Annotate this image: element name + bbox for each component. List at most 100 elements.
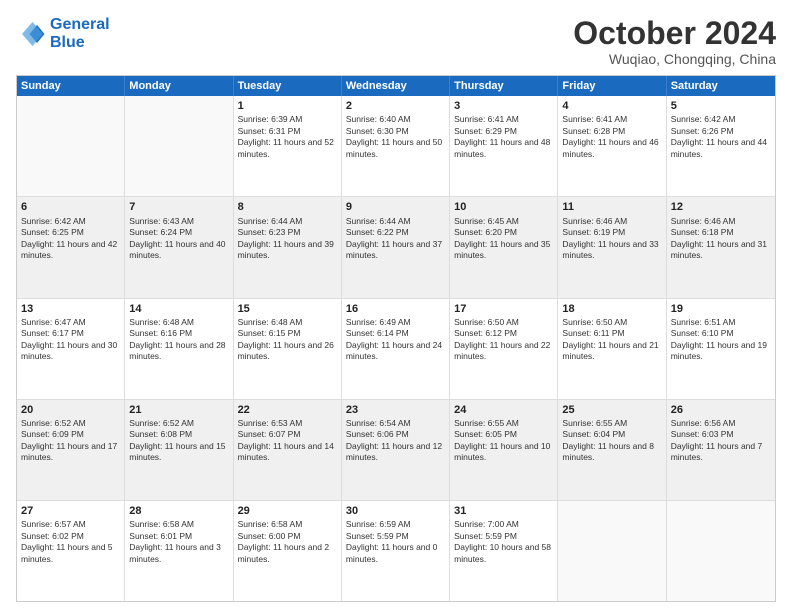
cell-info: Sunrise: 6:45 AMSunset: 6:20 PMDaylight:… [454,216,553,262]
cell-info: Sunrise: 6:53 AMSunset: 6:07 PMDaylight:… [238,418,337,464]
day-of-week-saturday: Saturday [667,76,775,96]
calendar-cell: 22Sunrise: 6:53 AMSunset: 6:07 PMDayligh… [234,400,342,500]
calendar-cell: 3Sunrise: 6:41 AMSunset: 6:29 PMDaylight… [450,96,558,196]
month-title: October 2024 [573,16,776,51]
day-number: 6 [21,200,120,214]
calendar-cell: 14Sunrise: 6:48 AMSunset: 6:16 PMDayligh… [125,299,233,399]
logo: General Blue [16,16,110,51]
location-subtitle: Wuqiao, Chongqing, China [573,51,776,67]
calendar-cell: 21Sunrise: 6:52 AMSunset: 6:08 PMDayligh… [125,400,233,500]
day-number: 16 [346,302,445,316]
cell-info: Sunrise: 6:40 AMSunset: 6:30 PMDaylight:… [346,114,445,160]
day-of-week-tuesday: Tuesday [234,76,342,96]
cell-info: Sunrise: 6:46 AMSunset: 6:19 PMDaylight:… [562,216,661,262]
day-number: 1 [238,99,337,113]
day-number: 25 [562,403,661,417]
calendar-cell: 28Sunrise: 6:58 AMSunset: 6:01 PMDayligh… [125,501,233,601]
calendar-cell: 29Sunrise: 6:58 AMSunset: 6:00 PMDayligh… [234,501,342,601]
calendar-cell: 24Sunrise: 6:55 AMSunset: 6:05 PMDayligh… [450,400,558,500]
day-number: 17 [454,302,553,316]
calendar-cell: 2Sunrise: 6:40 AMSunset: 6:30 PMDaylight… [342,96,450,196]
calendar-cell: 16Sunrise: 6:49 AMSunset: 6:14 PMDayligh… [342,299,450,399]
day-number: 3 [454,99,553,113]
calendar-cell: 25Sunrise: 6:55 AMSunset: 6:04 PMDayligh… [558,400,666,500]
calendar-cell: 4Sunrise: 6:41 AMSunset: 6:28 PMDaylight… [558,96,666,196]
calendar-cell [558,501,666,601]
calendar-cell: 1Sunrise: 6:39 AMSunset: 6:31 PMDaylight… [234,96,342,196]
calendar-cell: 19Sunrise: 6:51 AMSunset: 6:10 PMDayligh… [667,299,775,399]
cell-info: Sunrise: 6:58 AMSunset: 6:00 PMDaylight:… [238,519,337,565]
title-area: October 2024 Wuqiao, Chongqing, China [573,16,776,67]
cell-info: Sunrise: 6:54 AMSunset: 6:06 PMDaylight:… [346,418,445,464]
cell-info: Sunrise: 6:59 AMSunset: 5:59 PMDaylight:… [346,519,445,565]
calendar-page: General Blue October 2024 Wuqiao, Chongq… [0,0,792,612]
calendar-row-2: 6 Sunrise: 6:42 AMSunset: 6:25 PMDaylight… [17,197,775,298]
calendar-cell: 5Sunrise: 6:42 AMSunset: 6:26 PMDaylight… [667,96,775,196]
calendar-cell: 18Sunrise: 6:50 AMSunset: 6:11 PMDayligh… [558,299,666,399]
day-number: 28 [129,504,228,518]
calendar-cell [125,96,233,196]
cell-info: Sunrise: 7:00 AMSunset: 5:59 PMDaylight:… [454,519,553,565]
logo-text: General Blue [50,16,110,51]
day-number: 26 [671,403,771,417]
day-number: 9 [346,200,445,214]
day-of-week-thursday: Thursday [450,76,558,96]
logo-icon [16,19,46,49]
calendar-cell: 20Sunrise: 6:52 AMSunset: 6:09 PMDayligh… [17,400,125,500]
day-number: 15 [238,302,337,316]
calendar-row-1: 1Sunrise: 6:39 AMSunset: 6:31 PMDaylight… [17,96,775,197]
calendar-cell: 23Sunrise: 6:54 AMSunset: 6:06 PMDayligh… [342,400,450,500]
calendar-cell [17,96,125,196]
day-number: 11 [562,200,661,214]
day-number: 5 [671,99,771,113]
calendar-cell: 30Sunrise: 6:59 AMSunset: 5:59 PMDayligh… [342,501,450,601]
cell-info: Sunrise: 6:58 AMSunset: 6:01 PMDaylight:… [129,519,228,565]
calendar-cell: 7Sunrise: 6:43 AMSunset: 6:24 PMDaylight… [125,197,233,297]
cell-info: Sunrise: 6:41 AMSunset: 6:29 PMDaylight:… [454,114,553,160]
cell-info: Sunrise: 6:41 AMSunset: 6:28 PMDaylight:… [562,114,661,160]
calendar-cell: 12Sunrise: 6:46 AMSunset: 6:18 PMDayligh… [667,197,775,297]
day-number: 31 [454,504,553,518]
cell-info: Sunrise: 6:43 AMSunset: 6:24 PMDaylight:… [129,216,228,262]
header: General Blue October 2024 Wuqiao, Chongq… [16,16,776,67]
cell-info: Sunrise: 6:42 AMSunset: 6:26 PMDaylight:… [671,114,771,160]
cell-info: Sunrise: 6:44 AMSunset: 6:23 PMDaylight:… [238,216,337,262]
calendar: SundayMondayTuesdayWednesdayThursdayFrid… [16,75,776,602]
day-number: 13 [21,302,120,316]
day-number: 18 [562,302,661,316]
cell-info: Sunrise: 6:52 AMSunset: 6:08 PMDaylight:… [129,418,228,464]
day-of-week-sunday: Sunday [17,76,125,96]
calendar-row-4: 20Sunrise: 6:52 AMSunset: 6:09 PMDayligh… [17,400,775,501]
day-number: 29 [238,504,337,518]
day-number: 22 [238,403,337,417]
day-number: 27 [21,504,120,518]
calendar-cell: 11 Sunrise: 6:46 AMSunset: 6:19 PMDayligh… [558,197,666,297]
cell-info: Sunrise: 6:48 AMSunset: 6:15 PMDaylight:… [238,317,337,363]
day-number: 20 [21,403,120,417]
day-of-week-wednesday: Wednesday [342,76,450,96]
calendar-cell: 10Sunrise: 6:45 AMSunset: 6:20 PMDayligh… [450,197,558,297]
calendar-cell: 13Sunrise: 6:47 AMSunset: 6:17 PMDayligh… [17,299,125,399]
cell-info: Sunrise: 6:39 AMSunset: 6:31 PMDaylight:… [238,114,337,160]
calendar-cell: 9Sunrise: 6:44 AMSunset: 6:22 PMDaylight… [342,197,450,297]
day-number: 14 [129,302,228,316]
day-number: 19 [671,302,771,316]
day-number: 24 [454,403,553,417]
day-number: 30 [346,504,445,518]
cell-info: Sunrise: 6:42 AMSunset: 6:25 PMDaylight:… [21,216,120,262]
cell-info: Sunrise: 6:50 AMSunset: 6:11 PMDaylight:… [562,317,661,363]
day-number: 23 [346,403,445,417]
day-of-week-monday: Monday [125,76,233,96]
calendar-body: 1Sunrise: 6:39 AMSunset: 6:31 PMDaylight… [17,96,775,601]
day-number: 2 [346,99,445,113]
cell-info: Sunrise: 6:50 AMSunset: 6:12 PMDaylight:… [454,317,553,363]
cell-info: Sunrise: 6:47 AMSunset: 6:17 PMDaylight:… [21,317,120,363]
calendar-row-5: 27Sunrise: 6:57 AMSunset: 6:02 PMDayligh… [17,501,775,601]
calendar-cell: 15Sunrise: 6:48 AMSunset: 6:15 PMDayligh… [234,299,342,399]
cell-info: Sunrise: 6:57 AMSunset: 6:02 PMDaylight:… [21,519,120,565]
cell-info: Sunrise: 6:46 AMSunset: 6:18 PMDaylight:… [671,216,771,262]
day-number: 4 [562,99,661,113]
calendar-cell: 27Sunrise: 6:57 AMSunset: 6:02 PMDayligh… [17,501,125,601]
calendar-cell: 6 Sunrise: 6:42 AMSunset: 6:25 PMDaylight… [17,197,125,297]
day-number: 8 [238,200,337,214]
